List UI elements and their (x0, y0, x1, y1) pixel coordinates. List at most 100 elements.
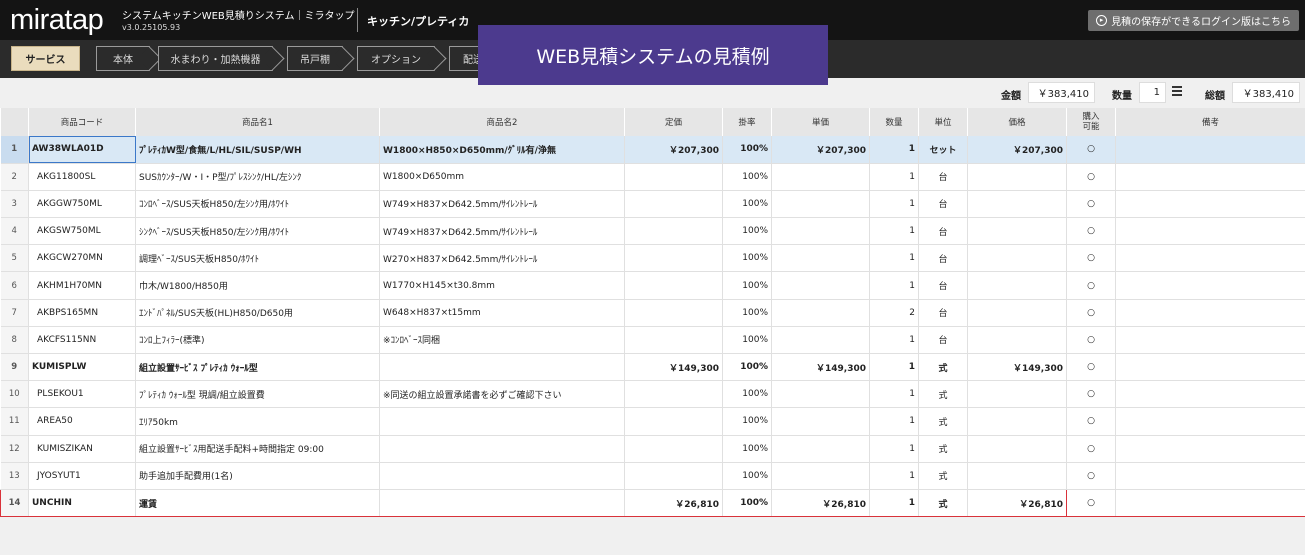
table-row[interactable]: 14 UNCHIN 運賃 ￥26,810 100% ￥26,810 1 式 ￥26,810 ○ (0, 488, 1305, 518)
quantity-cell[interactable]: 1 (869, 380, 919, 409)
product-code-cell[interactable]: AKGGW750ML (28, 190, 136, 219)
price-cell[interactable] (967, 244, 1067, 273)
tab-wall-cabinet[interactable]: 吊戸棚 (287, 46, 355, 71)
quantity-cell[interactable]: 1 (869, 217, 919, 246)
note-cell[interactable] (1115, 353, 1305, 382)
unit-price-cell[interactable] (771, 435, 870, 463)
purchasable-cell[interactable]: ○ (1066, 353, 1116, 382)
list-price-cell[interactable] (624, 163, 723, 191)
note-cell[interactable] (1115, 326, 1305, 355)
product-name2-cell[interactable]: W1800×H850×D650mm/ｸﾞﾘﾙ有/浄無 (379, 136, 625, 164)
price-cell[interactable] (967, 462, 1067, 490)
table-row[interactable]: 1 AW38WLA01D ﾌﾟﾚﾃｨｶW型/食無/L/HL/SIL/SUSP/WH W… (0, 136, 1305, 164)
product-code-cell[interactable]: JYOSYUT1 (28, 462, 136, 490)
product-code-cell[interactable]: KUMISZIKAN (28, 435, 136, 463)
purchasable-cell[interactable]: ○ (1066, 244, 1116, 273)
list-price-cell[interactable]: ￥149,300 (624, 353, 723, 382)
table-row[interactable]: 3 AKGGW750ML ｺﾝﾛﾍﾞｰｽ/SUS天板H850/左ｼﾝｸ用/ﾎﾜｲﾄ W… (0, 190, 1305, 219)
table-row[interactable]: 4 AKGSW750ML ｼﾝｸﾍﾞｰｽ/SUS天板H850/左ｼﾝｸ用/ﾎﾜｲﾄ W… (0, 217, 1305, 246)
note-cell[interactable] (1115, 407, 1305, 436)
note-cell[interactable] (1115, 244, 1305, 273)
product-name2-cell[interactable]: W1800×D650mm (379, 163, 625, 191)
product-name1-cell[interactable]: ｺﾝﾛﾍﾞｰｽ/SUS天板H850/左ｼﾝｸ用/ﾎﾜｲﾄ (135, 190, 380, 219)
price-cell[interactable]: ￥149,300 (967, 353, 1067, 382)
list-price-cell[interactable] (624, 435, 723, 463)
product-name1-cell[interactable]: ｺﾝﾛ上ﾌｨﾗｰ(標準) (135, 326, 380, 355)
unit-price-cell[interactable] (771, 271, 870, 300)
product-name1-cell[interactable]: ﾌﾟﾚﾃｨｶ ｳｫｰﾙ型 現調/組立設置費 (135, 380, 380, 409)
rate-cell[interactable]: 100% (722, 326, 772, 355)
menu-icon[interactable] (1172, 86, 1182, 96)
unit-price-cell[interactable] (771, 244, 870, 273)
rate-cell[interactable]: 100% (722, 380, 772, 409)
product-name2-cell[interactable]: ※ｺﾝﾛﾍﾞｰｽ同梱 (379, 326, 625, 355)
product-name2-cell[interactable]: W1770×H145×t30.8mm (379, 271, 625, 300)
unit-cell[interactable]: 台 (918, 190, 968, 219)
quantity-cell[interactable]: 1 (869, 271, 919, 300)
col-header-code[interactable]: 商品コード (28, 108, 136, 136)
purchasable-cell[interactable]: ○ (1066, 435, 1116, 463)
col-header-price[interactable]: 価格 (967, 108, 1067, 136)
col-header-unit-price[interactable]: 単価 (771, 108, 870, 136)
product-name2-cell[interactable]: W749×H837×D642.5mm/ｻｲﾚﾝﾄﾚｰﾙ (379, 217, 625, 246)
unit-cell[interactable]: 式 (918, 462, 968, 490)
purchasable-cell[interactable]: ○ (1066, 326, 1116, 355)
list-price-cell[interactable] (624, 190, 723, 219)
list-price-cell[interactable]: ￥207,300 (624, 136, 723, 164)
unit-price-cell[interactable] (771, 217, 870, 246)
unit-cell[interactable]: 式 (918, 407, 968, 436)
unit-price-cell[interactable]: ￥26,810 (771, 488, 870, 518)
product-name1-cell[interactable]: 運賃 (135, 488, 380, 518)
quantity-cell[interactable]: 1 (869, 407, 919, 436)
unit-price-cell[interactable]: ￥207,300 (771, 136, 870, 164)
rate-cell[interactable]: 100% (722, 299, 772, 327)
product-code-cell[interactable]: AREA50 (28, 407, 136, 436)
login-version-button[interactable]: ▸ 見積の保存ができるログイン版はこちら (1088, 10, 1299, 31)
unit-price-cell[interactable] (771, 163, 870, 191)
purchasable-cell[interactable]: ○ (1066, 299, 1116, 327)
unit-price-cell[interactable] (771, 190, 870, 219)
price-cell[interactable] (967, 217, 1067, 246)
rate-cell[interactable]: 100% (722, 435, 772, 463)
price-cell[interactable] (967, 435, 1067, 463)
product-code-cell[interactable]: AKBPS165MN (28, 299, 136, 327)
list-price-cell[interactable] (624, 462, 723, 490)
list-price-cell[interactable] (624, 271, 723, 300)
purchasable-cell[interactable]: ○ (1066, 407, 1116, 436)
unit-price-cell[interactable] (771, 299, 870, 327)
unit-cell[interactable]: 式 (918, 380, 968, 409)
quantity-cell[interactable]: 1 (869, 462, 919, 490)
product-name1-cell[interactable]: ｴﾘｱ50km (135, 407, 380, 436)
list-price-cell[interactable] (624, 380, 723, 409)
product-code-cell[interactable]: AW38WLA01D (28, 136, 136, 164)
table-row[interactable]: 9 KUMISPLW 組立設置ｻｰﾋﾞｽ ﾌﾟﾚﾃｨｶ ｳｫｰﾙ型 ￥149,300 1… (0, 353, 1305, 382)
rate-cell[interactable]: 100% (722, 163, 772, 191)
product-name2-cell[interactable] (379, 353, 625, 382)
price-cell[interactable] (967, 299, 1067, 327)
tab-water-heating[interactable]: 水まわり・加熱機器 (158, 46, 285, 71)
product-name2-cell[interactable] (379, 435, 625, 463)
table-row[interactable]: 2 AKG11800SL SUSｶｳﾝﾀｰ/W・I・P型/ﾌﾟﾚｽｼﾝｸ/HL/左ｼ… (0, 163, 1305, 191)
purchasable-cell[interactable]: ○ (1066, 462, 1116, 490)
unit-cell[interactable]: 台 (918, 163, 968, 191)
rate-cell[interactable]: 100% (722, 217, 772, 246)
table-row[interactable]: 6 AKHM1H70MN 巾木/W1800/H850用 W1770×H145×t30.… (0, 271, 1305, 300)
purchasable-cell[interactable]: ○ (1066, 271, 1116, 300)
miratap-logo[interactable]: miratap (10, 4, 104, 37)
price-cell[interactable] (967, 326, 1067, 355)
note-cell[interactable] (1115, 488, 1305, 518)
quantity-cell[interactable]: 2 (869, 299, 919, 327)
tab-option[interactable]: オプション (357, 46, 447, 71)
table-row[interactable]: 8 AKCFS115NN ｺﾝﾛ上ﾌｨﾗｰ(標準) ※ｺﾝﾛﾍﾞｰｽ同梱 100% 1 台 ○ (0, 326, 1305, 355)
rate-cell[interactable]: 100% (722, 190, 772, 219)
product-code-cell[interactable]: AKCFS115NN (28, 326, 136, 355)
purchasable-cell[interactable]: ○ (1066, 136, 1116, 164)
purchasable-cell[interactable]: ○ (1066, 380, 1116, 409)
table-row[interactable]: 12 KUMISZIKAN 組立設置ｻｰﾋﾞｽ用配送手配料+時間指定 09:00 10… (0, 435, 1305, 463)
list-price-cell[interactable] (624, 217, 723, 246)
product-name2-cell[interactable]: W270×H837×D642.5mm/ｻｲﾚﾝﾄﾚｰﾙ (379, 244, 625, 273)
product-name1-cell[interactable]: ｴﾝﾄﾞﾊﾟﾈﾙ/SUS天板(HL)H850/D650用 (135, 299, 380, 327)
product-name2-cell[interactable]: W749×H837×D642.5mm/ｻｲﾚﾝﾄﾚｰﾙ (379, 190, 625, 219)
product-name1-cell[interactable]: 組立設置ｻｰﾋﾞｽ ﾌﾟﾚﾃｨｶ ｳｫｰﾙ型 (135, 353, 380, 382)
product-code-cell[interactable]: AKGCW270MN (28, 244, 136, 273)
